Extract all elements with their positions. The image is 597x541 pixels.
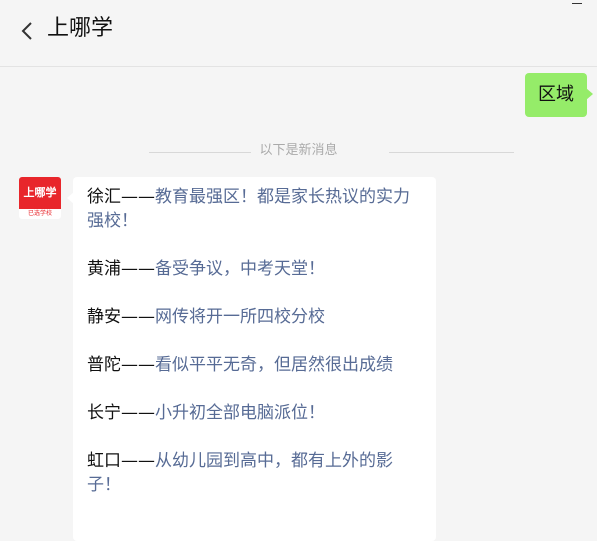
dash-separator: —— [121,259,155,279]
district-description: 网传将开一所四校分校 [155,307,325,327]
chat-header: 上哪学 [0,0,597,67]
avatar-sub-text: 已选学校 [27,210,52,217]
list-item: 静安——网传将开一所四校分校 [87,305,422,329]
outgoing-message-bubble[interactable]: 区域 [525,73,593,117]
district-name: 虹口 [87,451,121,471]
district-name: 长宁 [87,403,121,423]
dash-separator: —— [121,187,155,207]
dash-separator: —— [121,451,155,471]
divider-label: 以下是新消息 [251,143,346,158]
chat-title: 上哪学 [47,16,114,41]
sender-avatar[interactable]: 上哪学 已选学校 [19,177,61,219]
district-description: 备受争议，中考天堂！ [155,259,325,279]
district-name: 静安 [87,307,121,327]
dash-separator: —— [121,307,155,327]
new-messages-divider: 以下是新消息 [0,141,597,161]
back-arrow-icon[interactable] [18,19,38,43]
more-menu-icon[interactable] [572,3,582,4]
district-description: 看似平平无奇，但居然很出成绩 [155,355,393,375]
list-item: 普陀——看似平平无奇，但居然很出成绩 [87,353,422,377]
incoming-message-bubble[interactable]: 徐汇——教育最强区！都是家长热议的实力强校！ 黄浦——备受争议，中考天堂！ 静安… [67,177,436,541]
district-name: 普陀 [87,355,121,375]
list-item: 长宁——小升初全部电脑派位！ [87,401,422,425]
avatar-logo-text: 上哪学 [19,177,61,209]
list-item: 黄浦——备受争议，中考天堂！ [87,257,422,281]
dash-separator: —— [121,355,155,375]
district-name: 黄浦 [87,259,121,279]
district-name: 徐汇 [87,187,121,207]
list-item: 虹口——从幼儿园到高中，都有上外的影子！ [87,449,422,497]
list-item: 徐汇——教育最强区！都是家长热议的实力强校！ [87,185,422,233]
dash-separator: —— [121,403,155,423]
district-description: 小升初全部电脑派位！ [155,403,325,423]
